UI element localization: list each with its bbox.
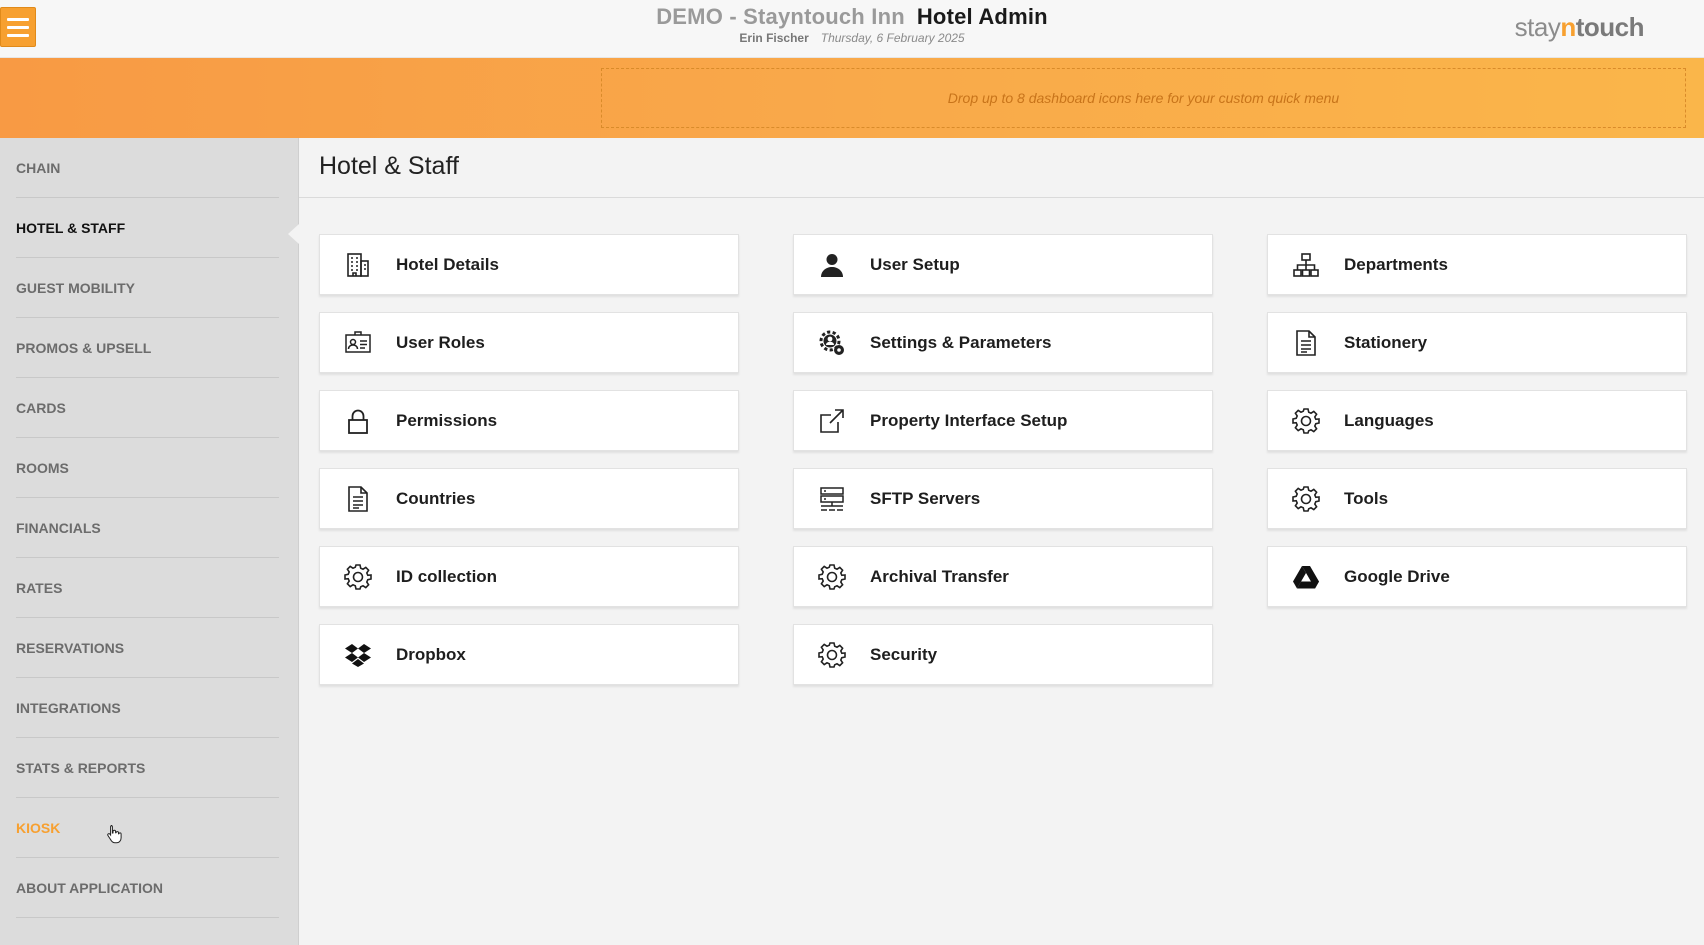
- sidebar-item-label: FINANCIALS: [16, 519, 101, 536]
- tile-settings-parameters[interactable]: Settings & Parameters: [793, 312, 1213, 373]
- header-title-block: DEMO - Stayntouch Inn Hotel Admin Erin Fi…: [0, 4, 1704, 45]
- google-drive-icon: [1292, 563, 1320, 591]
- building-icon: [344, 251, 372, 279]
- sidebar-item-label: PROMOS & UPSELL: [16, 339, 152, 356]
- gear-icon: [1292, 407, 1320, 435]
- tile-departments[interactable]: Departments: [1267, 234, 1687, 295]
- tile-google-drive[interactable]: Google Drive: [1267, 546, 1687, 607]
- dropbox-icon: [344, 641, 372, 669]
- sidebar-item-label: INTEGRATIONS: [16, 699, 121, 716]
- sidebar-item-kiosk[interactable]: KIOSK: [16, 798, 279, 858]
- app-name: Hotel Admin: [916, 4, 1048, 29]
- header-subtitle: Erin Fischer Thursday, 6 February 2025: [0, 31, 1704, 45]
- tile-label: Departments: [1344, 254, 1448, 274]
- sidebar-item-label: RATES: [16, 579, 63, 596]
- hand-cursor-icon: [107, 825, 122, 844]
- tile-label: Property Interface Setup: [870, 410, 1068, 430]
- sidebar-item-cards[interactable]: CARDS: [16, 378, 279, 438]
- tile-countries[interactable]: Countries: [319, 468, 739, 529]
- tile-security[interactable]: Security: [793, 624, 1213, 685]
- user-gear-icon: [818, 329, 846, 357]
- tile-label: Permissions: [396, 410, 498, 430]
- gear-icon: [818, 563, 846, 591]
- sidebar-item-financials[interactable]: FINANCIALS: [16, 498, 279, 558]
- header-title: DEMO - Stayntouch Inn Hotel Admin: [0, 4, 1704, 30]
- sidebar-item-chain[interactable]: CHAIN: [16, 138, 279, 198]
- quick-menu-band: Drop up to 8 dashboard icons here for yo…: [0, 58, 1704, 138]
- user-name: Erin Fischer: [739, 31, 809, 45]
- sidebar-item-label: ABOUT APPLICATION: [16, 879, 163, 896]
- lock-icon: [344, 407, 372, 435]
- brand-touch: touch: [1575, 12, 1645, 42]
- sidebar-item-label: ROOMS: [16, 459, 69, 476]
- sidebar-item-guest-mobility[interactable]: GUEST MOBILITY: [16, 258, 279, 318]
- tile-label: Stationery: [1344, 332, 1428, 352]
- server-icon: [818, 485, 846, 513]
- title-divider: [299, 197, 1704, 198]
- document-icon: [1292, 329, 1320, 357]
- tile-permissions[interactable]: Permissions: [319, 390, 739, 451]
- tile-label: Countries: [396, 488, 476, 508]
- sidebar-item-integrations[interactable]: INTEGRATIONS: [16, 678, 279, 738]
- tile-stationery[interactable]: Stationery: [1267, 312, 1687, 373]
- tile-sftp-servers[interactable]: SFTP Servers: [793, 468, 1213, 529]
- drop-zone-hint: Drop up to 8 dashboard icons here for yo…: [947, 90, 1340, 106]
- quick-menu-drop-zone[interactable]: Drop up to 8 dashboard icons here for yo…: [601, 68, 1686, 128]
- tile-label: Settings & Parameters: [870, 332, 1052, 352]
- sidebar-item-label: CHAIN: [16, 159, 61, 176]
- sidebar-item-hotel-staff[interactable]: HOTEL & STAFF: [16, 198, 279, 258]
- sidebar-item-stats-reports[interactable]: STATS & REPORTS: [16, 738, 279, 798]
- hotel-name: DEMO - Stayntouch Inn: [656, 4, 905, 29]
- brand-logo: stayntouch: [1514, 12, 1645, 43]
- tile-archival-transfer[interactable]: Archival Transfer: [793, 546, 1213, 607]
- user-icon: [818, 251, 846, 279]
- brand-stay: stay: [1514, 12, 1561, 42]
- org-chart-icon: [1292, 251, 1320, 279]
- gear-icon: [818, 641, 846, 669]
- tile-label: Languages: [1344, 410, 1434, 430]
- sidebar-item-label: HOTEL & STAFF: [16, 219, 126, 236]
- gear-icon: [1292, 485, 1320, 513]
- sidebar-item-promos-upsell[interactable]: PROMOS & UPSELL: [16, 318, 279, 378]
- tile-label: Archival Transfer: [870, 566, 1009, 586]
- tile-label: SFTP Servers: [870, 488, 981, 508]
- sidebar-item-label: STATS & REPORTS: [16, 759, 146, 776]
- tile-label: Security: [870, 644, 938, 664]
- sidebar-item-rates[interactable]: RATES: [16, 558, 279, 618]
- tile-hotel-details[interactable]: Hotel Details: [319, 234, 739, 295]
- sidebar: CHAIN HOTEL & STAFF GUEST MOBILITY PROMO…: [0, 138, 299, 945]
- tile-label: User Setup: [870, 254, 960, 274]
- tile-property-interface-setup[interactable]: Property Interface Setup: [793, 390, 1213, 451]
- tile-languages[interactable]: Languages: [1267, 390, 1687, 451]
- brand-n: n: [1560, 12, 1576, 42]
- sidebar-item-label: GUEST MOBILITY: [16, 279, 135, 296]
- main-content: Hotel & Staff Hotel Details User Setup D…: [299, 138, 1704, 945]
- tile-label: ID collection: [396, 566, 498, 586]
- id-card-icon: [344, 329, 372, 357]
- sidebar-item-label: KIOSK: [16, 819, 61, 836]
- external-link-icon: [818, 407, 846, 435]
- document-icon: [344, 485, 372, 513]
- sidebar-item-reservations[interactable]: RESERVATIONS: [16, 618, 279, 678]
- top-header: DEMO - Stayntouch Inn Hotel Admin Erin Fi…: [0, 0, 1704, 58]
- tile-label: Google Drive: [1344, 566, 1450, 586]
- page-title: Hotel & Staff: [319, 152, 459, 180]
- tile-label: User Roles: [396, 332, 485, 352]
- gear-icon: [344, 563, 372, 591]
- tile-label: Dropbox: [396, 644, 466, 664]
- tile-tools[interactable]: Tools: [1267, 468, 1687, 529]
- tile-user-roles[interactable]: User Roles: [319, 312, 739, 373]
- sidebar-item-about-application[interactable]: ABOUT APPLICATION: [16, 858, 279, 918]
- tile-dropbox[interactable]: Dropbox: [319, 624, 739, 685]
- sidebar-item-label: CARDS: [16, 399, 66, 416]
- tile-id-collection[interactable]: ID collection: [319, 546, 739, 607]
- sidebar-item-label: RESERVATIONS: [16, 639, 125, 656]
- business-date: Thursday, 6 February 2025: [820, 31, 965, 45]
- sidebar-item-rooms[interactable]: ROOMS: [16, 438, 279, 498]
- active-item-indicator: [288, 224, 299, 244]
- tile-label: Hotel Details: [396, 254, 499, 274]
- tile-user-setup[interactable]: User Setup: [793, 234, 1213, 295]
- tile-label: Tools: [1344, 488, 1389, 508]
